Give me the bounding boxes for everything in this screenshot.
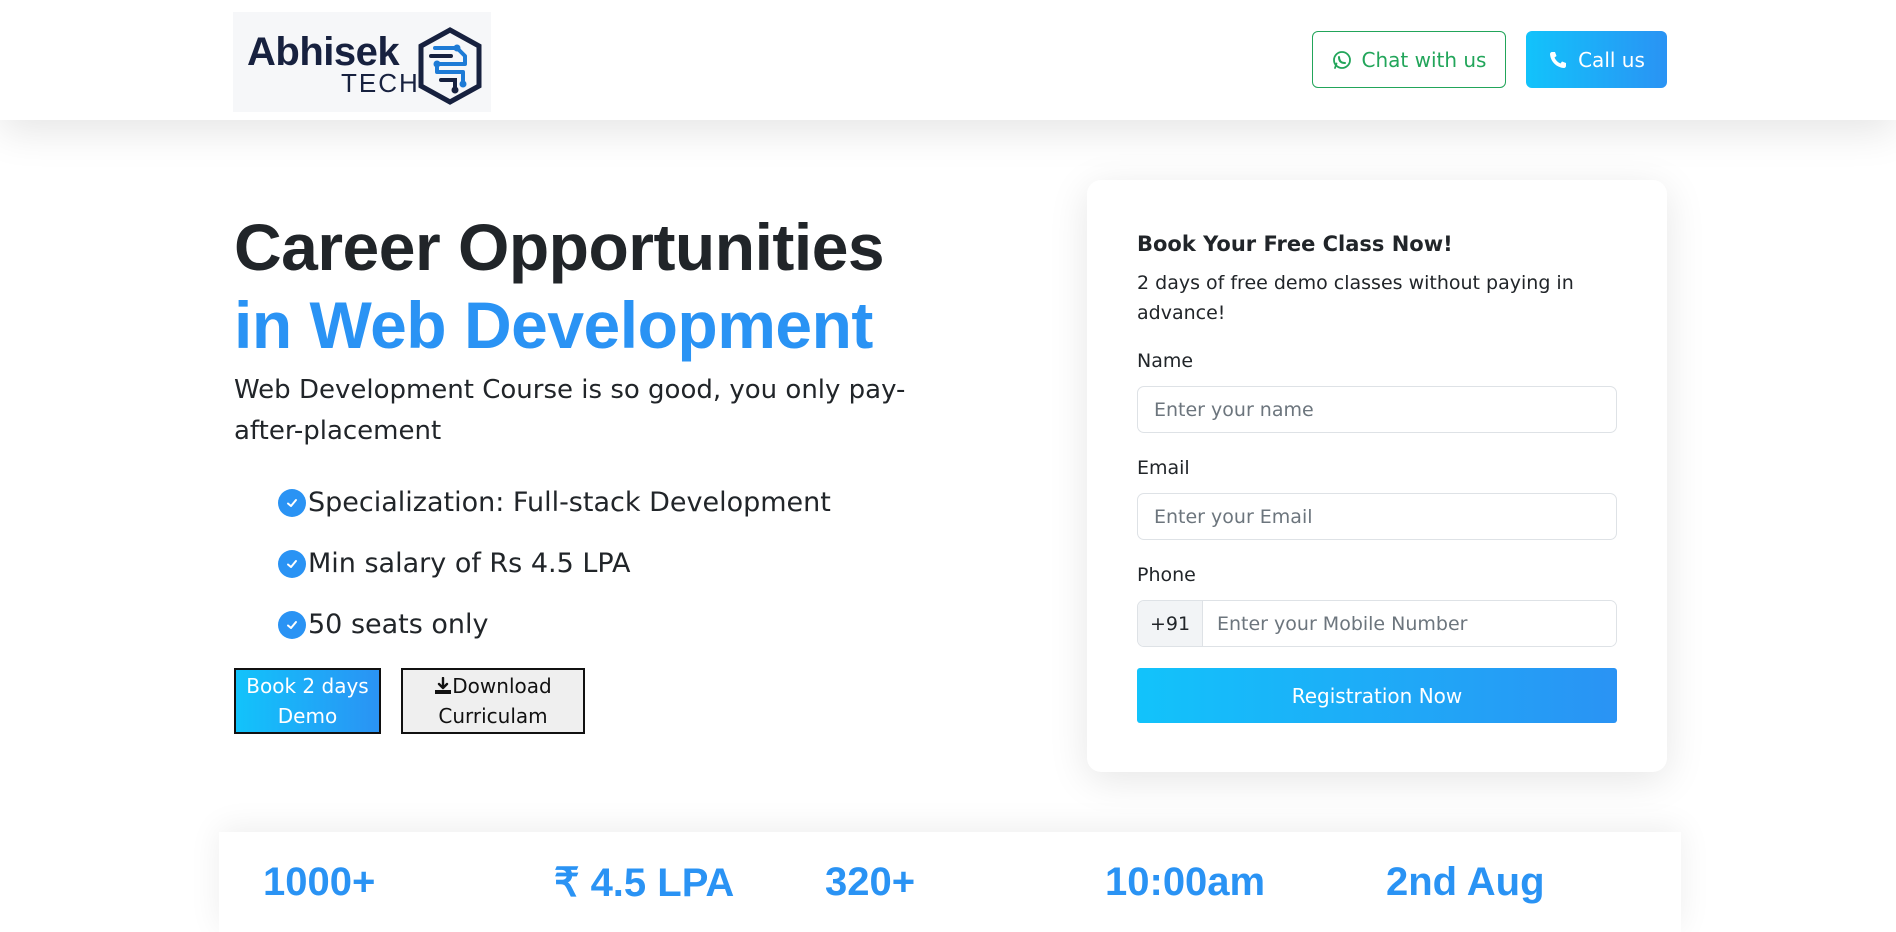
circuit-logo-icon — [418, 27, 482, 105]
hero-title: Career Opportunities in Web Development — [234, 208, 885, 364]
stat-placements: 320+ — [825, 860, 916, 904]
feature-list: Specialization: Full-stack Development M… — [278, 472, 831, 655]
chat-label: Chat with us — [1361, 47, 1487, 72]
email-input[interactable] — [1137, 493, 1617, 540]
form-subtitle: 2 days of free demo classes without payi… — [1137, 272, 1574, 324]
book-demo-button[interactable]: Book 2 days Demo — [234, 668, 381, 734]
feature-text: Min salary of Rs 4.5 LPA — [308, 548, 631, 579]
stat-time: 10:00am — [1105, 860, 1266, 904]
check-circle-icon — [278, 488, 306, 517]
phone-label: Phone — [1137, 564, 1196, 586]
download-line2: Curriculam — [438, 704, 548, 728]
download-label: Download Curriculam — [434, 671, 552, 731]
site-header: Abhisek TECH Chat with us Call us — [0, 0, 1896, 120]
whatsapp-icon — [1332, 50, 1351, 69]
hero-subtitle: Web Development Course is so good, you o… — [234, 375, 906, 446]
name-label: Name — [1137, 350, 1194, 372]
chat-with-us-button[interactable]: Chat with us — [1312, 31, 1506, 88]
stats-strip: 1000+ ₹ 4.5 LPA 320+ 10:00am 2nd Aug — [219, 832, 1681, 932]
brand-wordmark: Abhisek TECH — [247, 32, 420, 96]
download-curriculum-button[interactable]: Download Curriculam — [401, 668, 585, 734]
email-label: Email — [1137, 457, 1190, 479]
download-icon — [435, 676, 452, 694]
book-demo-line1: Book 2 days — [246, 674, 369, 698]
phone-input[interactable] — [1203, 601, 1616, 646]
call-label: Call us — [1578, 47, 1645, 72]
feature-item: Min salary of Rs 4.5 LPA — [278, 533, 831, 594]
check-circle-icon — [278, 549, 306, 578]
brand-name: Abhisek — [247, 30, 400, 74]
hero-title-line2: in Web Development — [234, 288, 873, 362]
brand-sub: TECH — [341, 68, 420, 98]
download-line1: Download — [452, 674, 552, 698]
check-circle-icon — [278, 610, 306, 639]
feature-text: Specialization: Full-stack Development — [308, 487, 831, 518]
feature-item: Specialization: Full-stack Development — [278, 472, 831, 533]
feature-text: 50 seats only — [308, 609, 489, 640]
book-demo-label: Book 2 days Demo — [246, 671, 368, 731]
name-input[interactable] — [1137, 386, 1617, 433]
phone-field-group: +91 — [1137, 600, 1617, 647]
brand-logo[interactable]: Abhisek TECH — [233, 12, 491, 112]
stat-salary: ₹ 4.5 LPA — [554, 861, 735, 905]
form-title: Book Your Free Class Now! — [1137, 232, 1453, 256]
call-us-button[interactable]: Call us — [1526, 31, 1667, 88]
hero-title-line1: Career Opportunities — [234, 210, 885, 284]
feature-item: 50 seats only — [278, 594, 831, 655]
book-demo-line2: Demo — [277, 704, 338, 728]
stat-date: 2nd Aug — [1386, 860, 1545, 904]
country-code: +91 — [1138, 601, 1203, 646]
registration-card: Book Your Free Class Now! 2 days of free… — [1087, 180, 1667, 772]
registration-submit-button[interactable]: Registration Now — [1137, 668, 1617, 723]
phone-icon — [1550, 51, 1567, 68]
stat-students: 1000+ — [263, 860, 376, 904]
